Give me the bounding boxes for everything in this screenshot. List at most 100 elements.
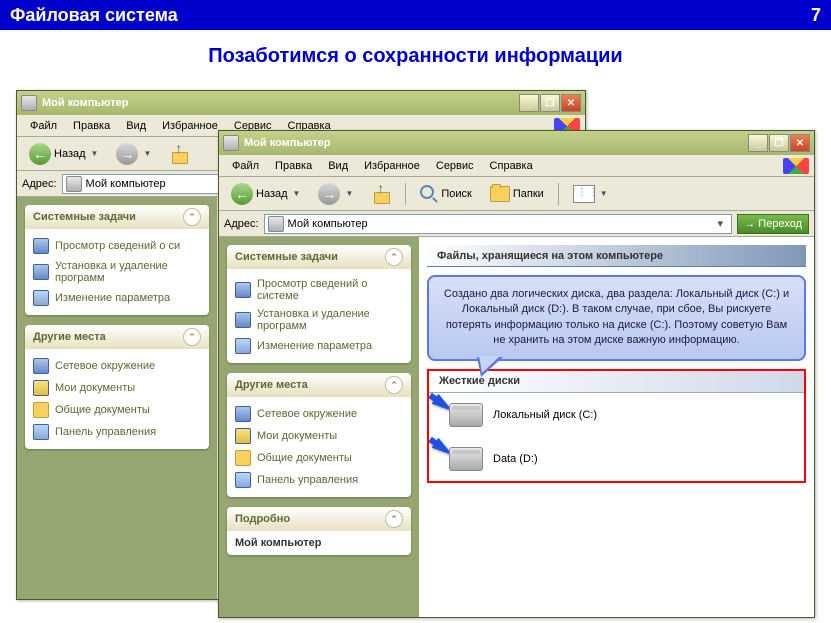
menu-tools[interactable]: Сервис: [428, 158, 482, 174]
header-text: Файловая система: [10, 5, 178, 26]
task-change-setting[interactable]: Изменение параметра: [235, 335, 403, 357]
computer-icon: [21, 95, 37, 111]
settings-icon: [33, 290, 49, 306]
slide-title: Позаботимся о сохранности информации: [0, 45, 831, 68]
panel-system-tasks: Системные задачи⌃ Просмотр сведений о си…: [227, 245, 411, 363]
maximize-button[interactable]: ❐: [769, 134, 789, 152]
close-button[interactable]: ✕: [790, 134, 810, 152]
task-system-info[interactable]: Просмотр сведений о системе: [235, 275, 403, 305]
task-change-setting[interactable]: Изменение параметра: [33, 287, 201, 309]
main-content: Файлы, хранящиеся на этом компьютере Соз…: [419, 237, 814, 617]
task-add-remove[interactable]: Установка и удаление программ: [33, 257, 201, 287]
place-controlpanel[interactable]: Панель управления: [33, 421, 201, 443]
hard-disk-icon: [449, 403, 483, 427]
hard-disk-icon: [449, 447, 483, 471]
place-network[interactable]: Сетевое окружение: [33, 355, 201, 377]
titlebar[interactable]: Мой компьютер _ ❐ ✕: [219, 131, 814, 155]
close-button[interactable]: ✕: [561, 94, 581, 112]
collapse-icon[interactable]: ⌃: [385, 248, 403, 266]
address-label: Адрес:: [224, 218, 259, 230]
views-button[interactable]: ▼: [566, 181, 615, 207]
disk-d[interactable]: Data (D:): [429, 437, 804, 481]
menu-favorites[interactable]: Избранное: [154, 118, 226, 134]
collapse-icon[interactable]: ⌃: [385, 376, 403, 394]
menu-view[interactable]: Вид: [118, 118, 154, 134]
forward-button[interactable]: → ▼: [311, 181, 360, 207]
menu-edit[interactable]: Правка: [267, 158, 320, 174]
menubar: Файл Правка Вид Избранное Сервис Справка: [219, 155, 814, 177]
details-name: Мой компьютер: [235, 537, 403, 549]
documents-icon: [33, 380, 49, 396]
folders-icon: [490, 186, 510, 202]
disk-label: Data (D:): [493, 453, 538, 465]
disk-c[interactable]: Локальный диск (C:): [429, 393, 804, 437]
place-network[interactable]: Сетевое окружение: [235, 403, 403, 425]
address-input[interactable]: Мой компьютер ▾: [264, 214, 733, 234]
info-icon: [235, 282, 251, 298]
forward-icon: →: [318, 183, 340, 205]
chevron-down-icon: ▼: [91, 149, 99, 158]
go-button[interactable]: →Переход: [737, 214, 809, 234]
chevron-down-icon[interactable]: ▾: [712, 217, 728, 230]
task-system-info[interactable]: Просмотр сведений о си: [33, 235, 201, 257]
folder-icon: [33, 402, 49, 418]
back-button[interactable]: ← Назад ▼: [22, 141, 105, 167]
window-title: Мой компьютер: [42, 97, 129, 109]
back-button[interactable]: ← Назад ▼: [224, 181, 307, 207]
explorer-window-front: Мой компьютер _ ❐ ✕ Файл Правка Вид Избр…: [218, 130, 815, 618]
back-icon: ←: [231, 183, 253, 205]
chevron-down-icon: ▼: [345, 189, 353, 198]
minimize-button[interactable]: _: [748, 134, 768, 152]
place-controlpanel[interactable]: Панель управления: [235, 469, 403, 491]
collapse-icon[interactable]: ⌃: [385, 510, 403, 528]
menu-favorites[interactable]: Избранное: [356, 158, 428, 174]
panel-other-places: Другие места⌃ Сетевое окружение Мои доку…: [25, 325, 209, 449]
menu-file[interactable]: Файл: [22, 118, 65, 134]
folder-up-icon: [169, 144, 189, 164]
place-mydocs[interactable]: Мои документы: [33, 377, 201, 399]
views-icon: [573, 185, 595, 203]
collapse-icon[interactable]: ⌃: [183, 208, 201, 226]
settings-icon: [235, 338, 251, 354]
computer-icon: [223, 135, 239, 151]
place-mydocs[interactable]: Мои документы: [235, 425, 403, 447]
back-icon: ←: [29, 143, 51, 165]
forward-icon: →: [116, 143, 138, 165]
maximize-button[interactable]: ❐: [540, 94, 560, 112]
chevron-down-icon: ▼: [293, 189, 301, 198]
search-button[interactable]: Поиск: [413, 181, 478, 207]
page-number: 7: [811, 5, 821, 26]
task-add-remove[interactable]: Установка и удаление программ: [235, 305, 403, 335]
control-panel-icon: [235, 472, 251, 488]
folder-icon: [235, 450, 251, 466]
hard-disks-section: Жесткие диски Локальный диск (C:) Data (…: [427, 369, 806, 483]
disk-label: Локальный диск (C:): [493, 409, 597, 421]
info-callout: Создано два логических диска, два раздел…: [427, 275, 806, 361]
menu-help[interactable]: Справка: [482, 158, 541, 174]
control-panel-icon: [33, 424, 49, 440]
up-button[interactable]: [162, 141, 196, 167]
minimize-button[interactable]: _: [519, 94, 539, 112]
chevron-down-icon: ▼: [143, 149, 151, 158]
slide-header: Файловая система 7: [0, 0, 831, 30]
collapse-icon[interactable]: ⌃: [183, 328, 201, 346]
window-title: Мой компьютер: [244, 137, 331, 149]
place-shareddocs[interactable]: Общие документы: [33, 399, 201, 421]
up-button[interactable]: [364, 181, 398, 207]
search-icon: [420, 185, 438, 203]
network-icon: [33, 358, 49, 374]
address-bar: Адрес: Мой компьютер ▾ →Переход: [219, 211, 814, 237]
place-shareddocs[interactable]: Общие документы: [235, 447, 403, 469]
menu-edit[interactable]: Правка: [65, 118, 118, 134]
panel-other-places: Другие места⌃ Сетевое окружение Мои доку…: [227, 373, 411, 497]
chevron-down-icon: ▼: [600, 189, 608, 198]
menu-file[interactable]: Файл: [224, 158, 267, 174]
folder-up-icon: [371, 184, 391, 204]
titlebar[interactable]: Мой компьютер _ ❐ ✕: [17, 91, 585, 115]
folders-button[interactable]: Папки: [483, 181, 551, 207]
address-label: Адрес:: [22, 178, 57, 190]
menu-view[interactable]: Вид: [320, 158, 356, 174]
info-icon: [33, 238, 49, 254]
forward-button[interactable]: → ▼: [109, 141, 158, 167]
programs-icon: [33, 264, 49, 280]
